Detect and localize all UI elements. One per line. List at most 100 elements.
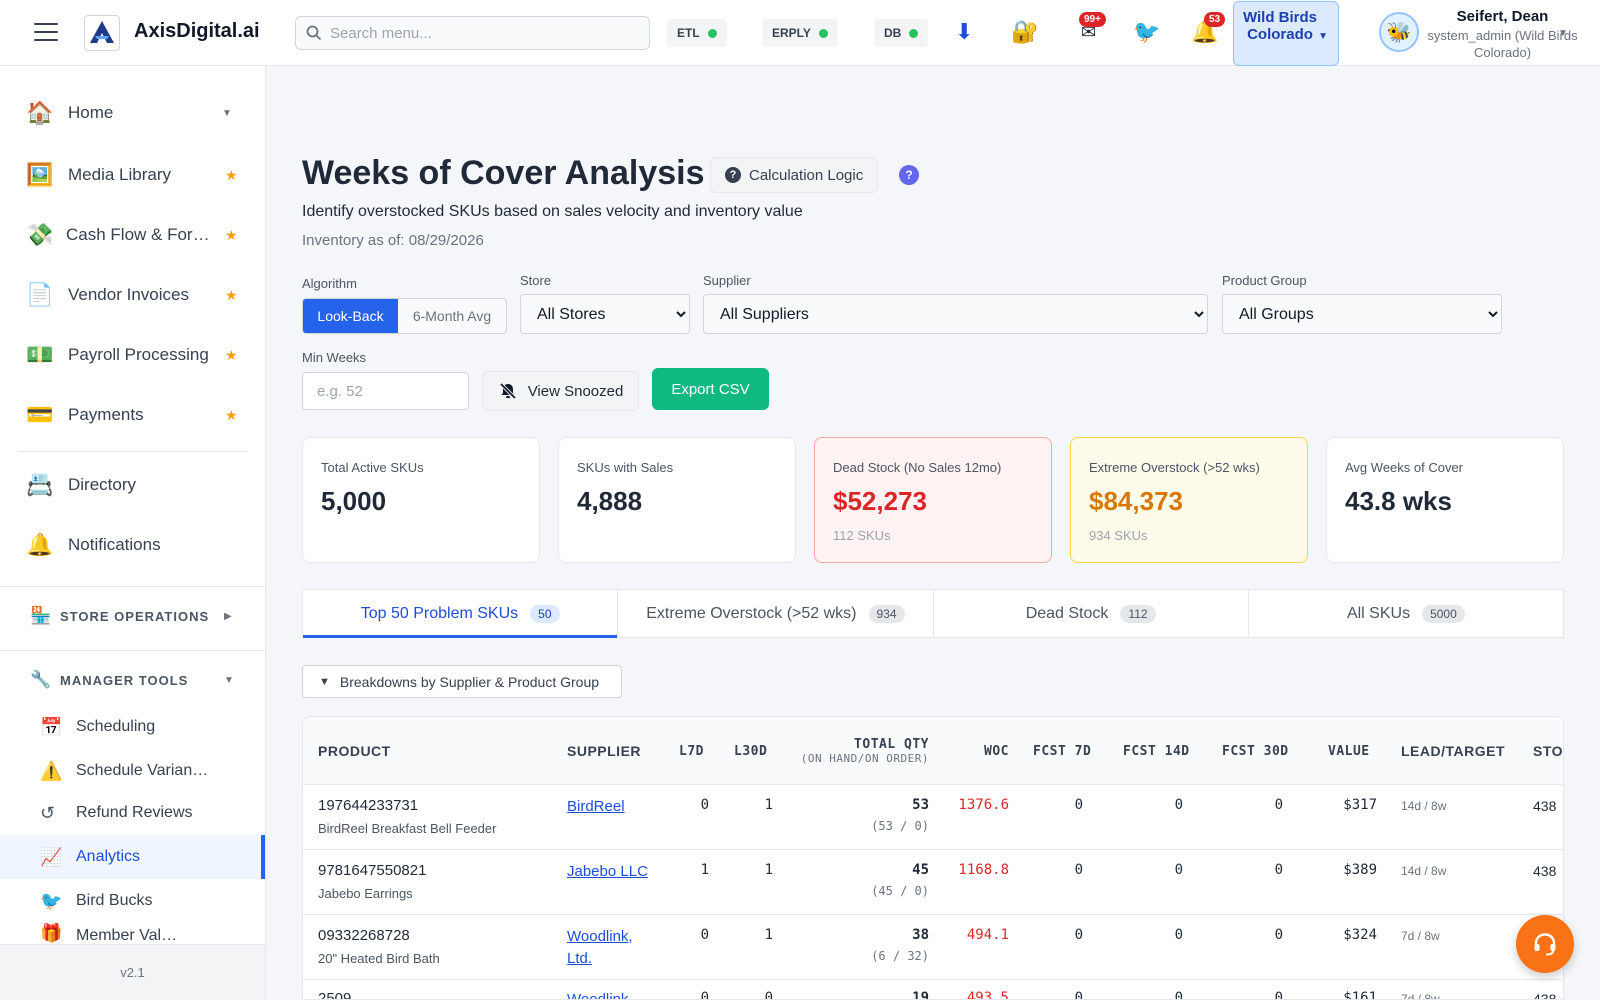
sidebar-item-member-value[interactable]: 🎁 Member Val… [0,921,265,944]
favorite-star-icon[interactable]: ★ [225,407,238,424]
supplier-link[interactable]: Woodlink [567,989,657,999]
export-csv-button[interactable]: Export CSV [652,368,769,410]
download-icon[interactable]: ⬇ [955,18,973,46]
headset-icon [1534,933,1556,956]
sidebar-item-schedule-variance[interactable]: ⚠️ Schedule Varian… [0,749,265,793]
woc-value: 493.5 [966,990,1009,1000]
supplier-filter-label: Supplier [703,273,751,288]
kpi-card-extreme-overstock[interactable]: Extreme Overstock (>52 wks) $84,373 934 … [1070,437,1308,563]
algorithm-lookback-option[interactable]: Look-Back [303,299,398,333]
sidebar-item-scheduling[interactable]: 📅 Scheduling [0,705,265,749]
col-fcst-14d[interactable]: FCST 14D [1123,717,1190,785]
status-dot-icon [909,28,919,38]
col-total-qty[interactable]: TOTAL QTY (ON HAND/ON ORDER) [773,717,929,785]
sidebar-item-payroll[interactable]: 💵 Payroll Processing ★ [0,330,265,380]
tab-top-50[interactable]: Top 50 Problem SKUs 50 [303,590,619,638]
supplier-link[interactable]: Jabebo LLC [567,861,657,883]
user-name[interactable]: Seifert, Dean [1420,8,1585,25]
lead-target: 14d / 8w [1401,864,1447,878]
kpi-card-dead-stock[interactable]: Dead Stock (No Sales 12mo) $52,273 112 S… [814,437,1052,563]
fcst-14d-value: 0 [1174,862,1183,878]
col-product[interactable]: PRODUCT [318,717,391,785]
favorite-star-icon[interactable]: ★ [225,287,238,304]
search-bar[interactable] [295,16,650,50]
lock-icon[interactable]: 🔐 [1011,18,1038,46]
calendar-icon: 📅 [40,716,63,737]
sidebar-item-payments[interactable]: 💳 Payments ★ [0,390,265,440]
breakdowns-toggle[interactable]: ▼ Breakdowns by Supplier & Product Group [302,665,622,698]
col-woc[interactable]: WOC [943,717,1009,785]
etl-status[interactable]: ETL [667,19,727,47]
db-status[interactable]: DB [874,19,929,47]
status-dot-icon [707,28,717,38]
fcst-30d-value: 0 [1274,797,1283,813]
favorite-star-icon[interactable]: ★ [225,227,238,244]
table-row[interactable]: 09332268728 20" Heated Bird Bath Woodlin… [303,915,1563,980]
bird-icon[interactable]: 🐦 [1133,18,1160,46]
algorithm-toggle[interactable]: Look-Back 6-Month Avg [302,298,507,334]
sidebar-item-home[interactable]: 🏠 Home ▼ [0,88,265,138]
col-l30d[interactable]: L30D [734,717,767,785]
hamburger-menu-icon[interactable] [34,23,58,41]
chevron-down-icon[interactable]: ▼ [1558,28,1568,39]
product-code: 2509 [318,990,352,1000]
col-supplier[interactable]: SUPPLIER [567,717,641,785]
sidebar-item-bird-bucks[interactable]: 🐦 Bird Bucks [0,879,265,923]
col-store[interactable]: STO [1533,717,1563,785]
view-snoozed-button[interactable]: View Snoozed [482,371,639,411]
sidebar-item-cash-flow[interactable]: 💸 Cash Flow & For… ★ [0,210,265,260]
help-icon[interactable]: ? [899,165,919,185]
sidebar-item-analytics[interactable]: 📈 Analytics [0,835,265,879]
tab-label: Dead Stock [1025,604,1109,622]
table-row[interactable]: 197644233731 BirdReel Breakfast Bell Fee… [303,785,1563,850]
min-weeks-input[interactable] [302,372,469,410]
calculation-logic-label: Calculation Logic [749,166,864,184]
section-manager-tools[interactable]: 🔧 MANAGER TOOLS ▼ [0,660,265,700]
qty-breakdown: (53 / 0) [871,819,929,833]
kpi-value: $52,273 [833,486,927,516]
sidebar-item-refund-reviews[interactable]: ↺ Refund Reviews [0,791,265,835]
bird-icon: 🐦 [40,890,63,911]
col-l7d[interactable]: L7D [679,717,704,785]
bell-icon: 🔔 [26,532,54,557]
table-row[interactable]: 2509 Woodlink 0 0 19 493.5 0 0 0 $161 7d… [303,980,1563,1000]
col-value[interactable]: VALUE [1328,717,1370,785]
gift-icon: 🎁 [40,923,63,943]
tab-extreme-overstock[interactable]: Extreme Overstock (>52 wks) 934 [618,590,934,637]
col-fcst-30d[interactable]: FCST 30D [1222,717,1289,785]
woc-value: 1376.6 [958,797,1009,813]
product-group-select[interactable]: All Groups [1222,294,1502,334]
tab-all-skus[interactable]: All SKUs 5000 [1249,590,1563,637]
support-chat-button[interactable] [1516,915,1574,973]
col-lead-target[interactable]: LEAD/TARGET [1401,717,1505,785]
sidebar-item-media-library[interactable]: 🖼️ Media Library ★ [0,150,265,200]
sidebar-item-notifications[interactable]: 🔔 Notifications [0,520,265,570]
table-row[interactable]: 9781647550821 Jabebo Earrings Jabebo LLC… [303,850,1563,915]
store-selector-button[interactable]: Wild Birds Colorado ▼ [1233,1,1339,66]
search-input[interactable] [330,24,630,42]
sidebar-item-label: Payments [68,405,144,424]
kpi-subtext: 112 SKUs [833,528,891,543]
favorite-star-icon[interactable]: ★ [225,347,238,364]
l30d-value: 0 [764,990,773,1000]
tab-dead-stock[interactable]: Dead Stock 112 [934,590,1249,637]
favorite-star-icon[interactable]: ★ [225,167,238,184]
sidebar-item-label: Schedule Varian… [76,762,209,779]
calculation-logic-button[interactable]: ? Calculation Logic [710,157,879,193]
section-store-operations[interactable]: 🏪 STORE OPERATIONS ▶ [0,596,265,636]
supplier-link[interactable]: BirdReel [567,796,657,818]
supplier-link[interactable]: Woodlink, Ltd. [567,926,657,970]
mail-count-badge: 99+ [1079,12,1106,27]
sidebar-item-directory[interactable]: 📇 Directory [0,460,265,510]
erply-status[interactable]: ERPLY [762,19,838,47]
brand-logo[interactable] [84,15,120,51]
sidebar-item-vendor-invoices[interactable]: 📄 Vendor Invoices ★ [0,270,265,320]
credit-card-icon: 💳 [26,402,54,427]
algorithm-6month-option[interactable]: 6-Month Avg [398,299,506,333]
col-fcst-7d[interactable]: FCST 7D [1033,717,1091,785]
store-select[interactable]: All Stores [520,294,690,334]
supplier-select[interactable]: All Suppliers [703,294,1208,334]
chevron-down-icon: ▼ [224,674,234,686]
avatar[interactable]: 🐝 [1379,12,1419,52]
fcst-7d-value: 0 [1074,990,1083,1000]
